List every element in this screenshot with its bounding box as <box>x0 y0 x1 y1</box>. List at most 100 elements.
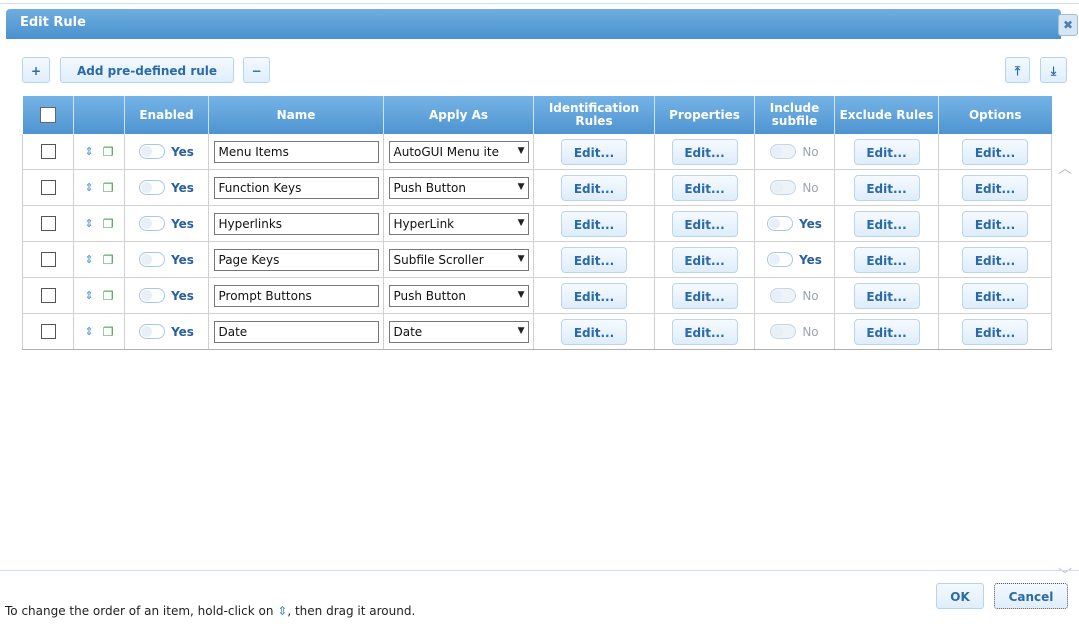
enabled-cell: Yes <box>124 277 209 314</box>
include-subfile-toggle[interactable] <box>770 180 797 195</box>
edit-options-button[interactable]: Edit... <box>962 138 1028 165</box>
edit-properties-button[interactable]: Edit... <box>671 246 738 273</box>
rule-name-input[interactable] <box>213 248 379 271</box>
apply-as-select[interactable]: Push Button ▼ <box>388 176 529 199</box>
edit-identification-rules-button[interactable]: Edit... <box>561 174 627 201</box>
edit-identification-rules-button[interactable]: Edit... <box>561 318 627 345</box>
edit-exclude-rules-button[interactable]: Edit... <box>853 282 920 309</box>
row-checkbox[interactable] <box>40 180 56 195</box>
edit-identification-rules-button[interactable]: Edit... <box>561 138 627 165</box>
edit-exclude-rules-button[interactable]: Edit... <box>853 138 920 165</box>
apply-as-select[interactable]: AutoGUI Menu ite ▼ <box>388 140 529 163</box>
apply-as-select[interactable]: HyperLink ▼ <box>388 212 529 235</box>
header-properties[interactable]: Properties <box>654 96 755 134</box>
properties-cell: Edit... <box>654 205 755 242</box>
copy-icon[interactable]: ❐ <box>103 325 114 339</box>
include-subfile-toggle[interactable] <box>770 144 797 159</box>
row-checkbox[interactable] <box>40 252 56 267</box>
apply-as-select[interactable]: Push Button ▼ <box>388 284 529 307</box>
footer-divider <box>0 570 1079 571</box>
dropdown-arrow-icon: ▼ <box>515 145 525 156</box>
header-include-subfile[interactable]: Include subfile <box>754 96 835 134</box>
edit-options-button[interactable]: Edit... <box>962 210 1028 237</box>
edit-options-button[interactable]: Edit... <box>962 174 1028 201</box>
scroll-up-chevron-icon[interactable]: ︿ <box>1058 158 1072 178</box>
rule-name-input[interactable] <box>213 320 379 343</box>
reorder-updown-icon[interactable]: ⇕ <box>85 290 94 301</box>
apply-as-select[interactable]: Subfile Scroller ▼ <box>388 248 529 271</box>
edit-options-button[interactable]: Edit... <box>962 282 1028 309</box>
row-select-cell <box>22 241 74 278</box>
row-checkbox[interactable] <box>40 324 56 339</box>
reorder-updown-icon[interactable]: ⇕ <box>85 326 94 337</box>
header-options[interactable]: Options <box>938 96 1052 134</box>
header-exclude-rules[interactable]: Exclude Rules <box>834 96 939 134</box>
edit-identification-rules-button[interactable]: Edit... <box>561 246 627 273</box>
reorder-updown-icon[interactable]: ⇕ <box>85 218 94 229</box>
rule-name-input[interactable] <box>213 212 379 235</box>
row-checkbox[interactable] <box>40 216 56 231</box>
include-subfile-toggle[interactable] <box>770 288 797 303</box>
enabled-toggle[interactable] <box>139 324 166 339</box>
enabled-toggle[interactable] <box>139 216 166 231</box>
header-name[interactable]: Name <box>208 96 384 134</box>
edit-identification-rules-button[interactable]: Edit... <box>561 282 627 309</box>
add-rule-button[interactable]: + <box>22 57 50 83</box>
move-bottom-icon[interactable]: ⤓ <box>1040 57 1067 83</box>
rule-name-input[interactable] <box>213 140 379 163</box>
include-subfile-cell: No <box>754 313 835 350</box>
row-checkbox[interactable] <box>40 144 56 159</box>
enabled-value: Yes <box>171 252 194 267</box>
edit-properties-button[interactable]: Edit... <box>671 210 738 237</box>
enabled-toggle[interactable] <box>139 288 166 303</box>
cancel-button[interactable]: Cancel <box>994 583 1068 609</box>
header-enabled[interactable]: Enabled <box>124 96 209 134</box>
include-subfile-toggle[interactable] <box>770 324 797 339</box>
reorder-updown-icon[interactable]: ⇕ <box>85 146 94 157</box>
reorder-updown-icon[interactable]: ⇕ <box>85 182 94 193</box>
move-top-icon[interactable]: ⤒ <box>1005 57 1030 83</box>
close-icon[interactable]: ✖ <box>1058 14 1078 36</box>
reorder-updown-icon[interactable]: ⇕ <box>85 254 94 265</box>
apply-as-select[interactable]: Date ▼ <box>388 320 529 343</box>
edit-properties-button[interactable]: Edit... <box>671 318 738 345</box>
hint-text-before: To change the order of an item, hold-cli… <box>5 604 278 618</box>
add-predefined-rule-button[interactable]: Add pre-defined rule <box>60 57 234 83</box>
copy-icon[interactable]: ❐ <box>103 253 114 267</box>
edit-options-button[interactable]: Edit... <box>962 246 1028 273</box>
enabled-value: Yes <box>171 144 194 159</box>
edit-exclude-rules-button[interactable]: Edit... <box>853 318 920 345</box>
rule-name-input[interactable] <box>213 176 379 199</box>
copy-icon[interactable]: ❐ <box>103 145 114 159</box>
remove-rule-button[interactable]: − <box>243 57 270 83</box>
edit-exclude-rules-button[interactable]: Edit... <box>853 210 920 237</box>
enabled-toggle[interactable] <box>139 180 166 195</box>
row-checkbox[interactable] <box>40 288 56 303</box>
edit-options-button[interactable]: Edit... <box>962 318 1028 345</box>
edit-identification-rules-button[interactable]: Edit... <box>561 210 627 237</box>
header-identification-rules[interactable]: Identification Rules <box>533 96 655 134</box>
dialog-titlebar[interactable]: Edit Rule <box>6 9 1061 39</box>
enabled-toggle[interactable] <box>139 252 166 267</box>
header-apply-as[interactable]: Apply As <box>383 96 534 134</box>
copy-icon[interactable]: ❐ <box>103 217 114 231</box>
edit-properties-button[interactable]: Edit... <box>671 174 738 201</box>
rule-name-input[interactable] <box>213 284 379 307</box>
ok-button[interactable]: OK <box>936 583 984 609</box>
copy-icon[interactable]: ❐ <box>103 181 114 195</box>
include-subfile-toggle[interactable] <box>767 216 794 231</box>
row-select-cell <box>22 134 74 170</box>
exclude-rules-cell: Edit... <box>834 277 939 314</box>
include-subfile-toggle[interactable] <box>767 252 794 267</box>
edit-properties-button[interactable]: Edit... <box>671 138 738 165</box>
select-all-checkbox[interactable] <box>39 107 56 123</box>
scroll-down-chevron-icon[interactable]: ﹀ <box>1058 565 1072 585</box>
row-actions-cell: ⇕ ❐ <box>73 241 125 278</box>
enabled-toggle[interactable] <box>139 144 166 159</box>
edit-exclude-rules-button[interactable]: Edit... <box>853 246 920 273</box>
edit-exclude-rules-button[interactable]: Edit... <box>853 174 920 201</box>
copy-icon[interactable]: ❐ <box>103 289 114 303</box>
identification-rules-cell: Edit... <box>533 205 655 242</box>
row-actions-cell: ⇕ ❐ <box>73 277 125 314</box>
edit-properties-button[interactable]: Edit... <box>671 282 738 309</box>
